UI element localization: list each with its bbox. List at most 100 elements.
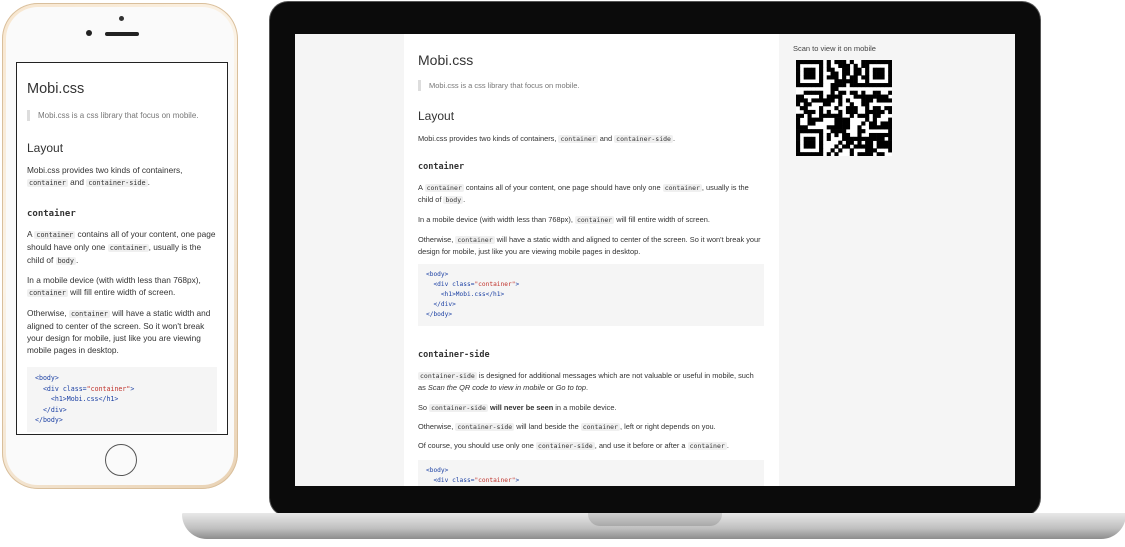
qr-module [803,152,808,157]
qr-module [803,136,808,141]
qr-module [876,60,881,65]
qr-module [822,98,828,103]
qr-module [880,132,885,138]
qr-module [849,106,854,111]
qr-module [834,75,839,80]
qr-module [853,67,858,72]
qr-module [799,98,804,103]
qr-module [868,125,874,130]
qr-module [834,94,839,99]
qr-module [849,148,854,153]
scan-label: Scan to view it on mobile [793,44,876,53]
qr-module [888,63,893,68]
qr-module [861,75,866,80]
qr-module [880,144,885,149]
qr-module [872,136,877,141]
qr-module [838,83,843,88]
qr-module [865,60,870,65]
qr-module [868,140,874,145]
qr-module [880,83,885,88]
qr-module [876,125,881,130]
qr-module [884,140,889,145]
qr-module [834,86,839,92]
qr-module [865,94,870,99]
qr-module [842,129,847,134]
qr-module [853,136,858,141]
qr-module [880,94,885,99]
qr-module [819,83,824,88]
qr-module [872,106,877,111]
qr-module [861,60,866,65]
container-paragraph-3: Otherwise, container will have a static … [418,235,761,256]
qr-module [796,102,801,107]
qr-module [796,67,801,72]
qr-module [799,83,804,88]
qr-module [807,144,812,149]
qr-code-graphic [796,60,893,157]
qr-module [819,71,824,76]
qr-module [876,132,881,138]
qr-module [876,136,881,141]
qr-module [868,152,874,157]
qr-module [796,71,801,76]
qr-module [826,109,831,115]
qr-module [853,106,858,111]
qr-module [834,113,839,118]
qr-module [857,94,862,99]
qr-module [842,136,847,141]
qr-module [884,98,889,103]
side-paragraph-2: So container-side will never be seen in … [418,403,617,412]
qr-module [849,75,854,80]
qr-module [807,117,812,122]
qr-module [849,113,854,118]
qr-module [876,67,881,72]
qr-module [853,71,858,76]
home-button[interactable] [105,444,137,476]
qr-module [876,109,881,115]
qr-module [845,132,851,138]
laptop-screen[interactable]: Mobi.css Mobi.css is a css library that … [295,34,1015,486]
layout-heading: Layout [418,109,455,123]
qr-module [819,140,824,145]
qr-module [861,129,866,134]
qr-module [807,71,812,76]
qr-module [861,90,866,95]
qr-module [807,83,812,88]
qr-module [838,129,843,134]
qr-module [803,83,808,88]
qr-code[interactable] [796,60,893,157]
qr-module [888,71,893,76]
qr-module [861,136,866,141]
container-heading: container [418,162,465,172]
qr-module [819,144,824,149]
qr-module [865,71,870,76]
qr-module [826,94,831,99]
qr-module [819,148,824,153]
qr-module [853,144,858,149]
qr-module [868,94,874,99]
qr-module [799,113,804,118]
qr-module [811,90,816,95]
qr-module [811,60,816,65]
code-block: <body> <div class="container"> <h1>Mobi.… [27,367,217,432]
qr-module [834,117,839,122]
qr-module [865,109,870,115]
phone-screen[interactable]: Mobi.css Mobi.css is a css library that … [16,62,228,435]
qr-module [880,98,885,103]
qr-module [826,132,831,138]
qr-module [815,129,820,134]
qr-module [842,79,847,84]
qr-module [872,109,877,115]
qr-module [845,71,851,76]
qr-module [838,148,843,153]
qr-module [830,94,835,99]
qr-module [880,136,885,141]
qr-module [838,79,843,84]
qr-module [838,102,843,107]
qr-module [826,113,831,118]
qr-module [865,148,870,153]
qr-module [853,83,858,88]
phone-device: Mobi.css Mobi.css is a css library that … [2,3,238,489]
qr-module [819,63,824,68]
qr-module [861,152,866,157]
